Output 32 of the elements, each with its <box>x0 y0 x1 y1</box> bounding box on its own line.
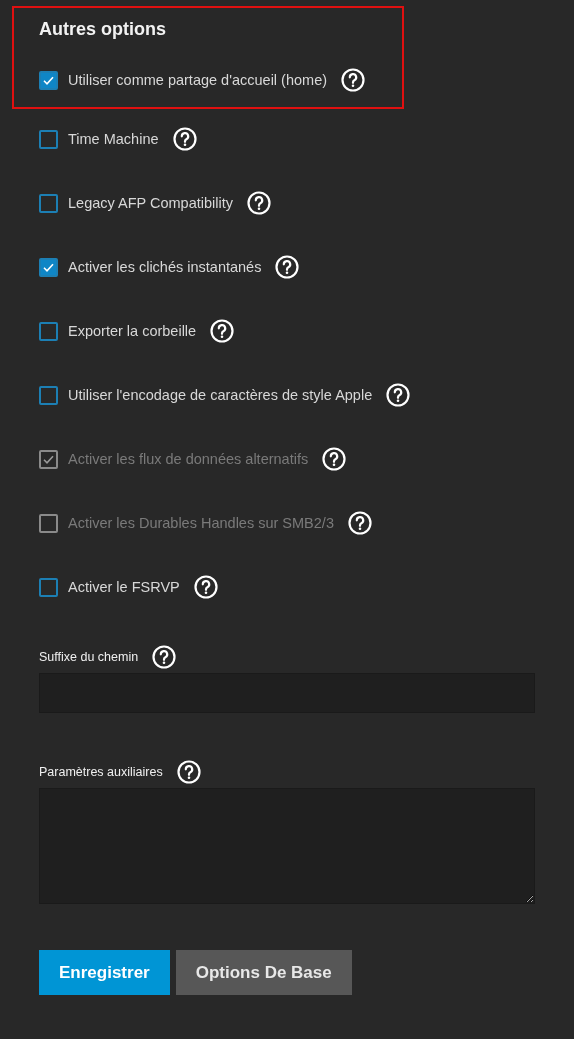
option-label: Utiliser l'encodage de caractères de style Apple <box>68 387 373 403</box>
checkbox[interactable] <box>39 321 58 341</box>
checkbox[interactable] <box>39 257 58 277</box>
checkbox[interactable] <box>39 385 58 405</box>
checkbox[interactable] <box>39 70 58 90</box>
option-label: Time Machine <box>68 131 159 147</box>
help-icon[interactable] <box>341 68 366 92</box>
help-icon[interactable] <box>193 575 218 599</box>
help-icon[interactable] <box>210 319 235 343</box>
option-label: Activer les clichés instantanés <box>68 259 262 275</box>
help-icon[interactable] <box>275 255 300 279</box>
field-label: Suffixe du chemin <box>39 650 139 664</box>
checkbox[interactable] <box>39 129 58 149</box>
option-label: Activer les Durables Handles sur SMB2/3 <box>68 515 334 531</box>
help-icon[interactable] <box>386 383 411 407</box>
help-icon[interactable] <box>152 645 177 669</box>
option-label: Activer le FSRVP <box>68 579 180 595</box>
help-icon[interactable] <box>347 511 372 535</box>
checkbox[interactable] <box>39 577 58 597</box>
help-icon[interactable] <box>246 191 271 215</box>
help-icon[interactable] <box>172 127 197 151</box>
option-label: Exporter la corbeille <box>68 323 197 339</box>
option-label: Activer les flux de données alternatifs <box>68 451 309 467</box>
save-button[interactable]: Enregistrer <box>39 950 170 995</box>
help-icon[interactable] <box>322 447 347 471</box>
field-label: Paramètres auxiliaires <box>39 765 163 779</box>
basic-options-button[interactable]: Options De Base <box>175 950 352 995</box>
checkbox[interactable] <box>39 193 58 213</box>
help-icon[interactable] <box>176 760 201 784</box>
option-label: Legacy AFP Compatibility <box>68 195 233 211</box>
section-title: Autres options <box>39 19 167 40</box>
option-label: Utiliser comme partage d'accueil (home) <box>68 72 328 88</box>
